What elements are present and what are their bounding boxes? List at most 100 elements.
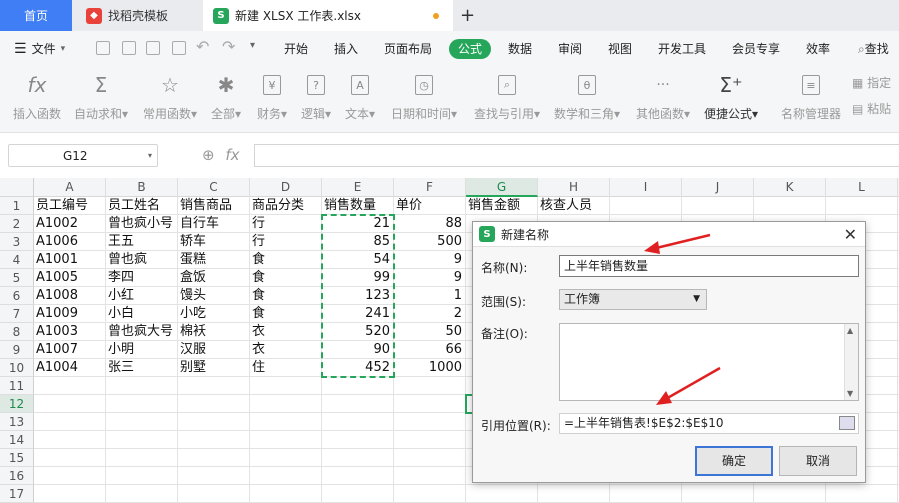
cell-c12[interactable] [178,395,250,413]
cell-h17[interactable] [538,485,610,503]
column-header-e[interactable]: E [322,178,394,197]
row-header-8[interactable]: 8 [0,323,34,341]
insert-function-button[interactable]: fx 插入函数 [10,71,64,122]
row-header-10[interactable]: 10 [0,359,34,377]
cell-f8[interactable]: 50 [394,323,466,341]
cell-f10[interactable]: 1000 [394,359,466,377]
cell-l17[interactable] [826,485,898,503]
search-menu[interactable]: ⌕查找 [858,40,889,57]
cell-i17[interactable] [610,485,682,503]
cell-i1[interactable] [610,197,682,215]
cell-b9[interactable]: 小明 [106,341,178,359]
column-header-k[interactable]: K [754,178,826,197]
menu-developer[interactable]: 开发工具 [658,40,706,57]
select-all-corner[interactable] [0,178,34,197]
comment-textarea[interactable]: ▲ ▼ [559,323,859,401]
cell-f13[interactable] [394,413,466,431]
row-header-3[interactable]: 3 [0,233,34,251]
logical-button[interactable]: ? 逻辑▾ [298,71,334,122]
cell-a12[interactable] [34,395,106,413]
cell-c17[interactable] [178,485,250,503]
cell-c9[interactable]: 汉服 [178,341,250,359]
cell-a11[interactable] [34,377,106,395]
paste-button[interactable]: ▤ 粘贴 [852,100,891,117]
cell-c15[interactable] [178,449,250,467]
cell-b12[interactable] [106,395,178,413]
cell-b13[interactable] [106,413,178,431]
cell-a3[interactable]: A1006 [34,233,106,251]
autosum-button[interactable]: Σ 自动求和▾ [70,71,132,122]
cell-c10[interactable]: 别墅 [178,359,250,377]
cell-b11[interactable] [106,377,178,395]
row-header-1[interactable]: 1 [0,197,34,215]
row-header-4[interactable]: 4 [0,251,34,269]
add-tab-button[interactable]: + [460,5,475,26]
cell-e15[interactable] [322,449,394,467]
export-icon[interactable] [122,41,136,55]
cell-e1[interactable]: 销售数量 [322,197,394,215]
cell-c14[interactable] [178,431,250,449]
cell-b10[interactable]: 张三 [106,359,178,377]
cell-c7[interactable]: 小吃 [178,305,250,323]
save-icon[interactable] [96,41,110,55]
cell-d15[interactable] [250,449,322,467]
cell-d13[interactable] [250,413,322,431]
cell-d1[interactable]: 商品分类 [250,197,322,215]
other-functions-button[interactable]: ··· 其他函数▾ [632,71,694,122]
cell-f17[interactable] [394,485,466,503]
column-header-b[interactable]: B [106,178,178,197]
cell-e16[interactable] [322,467,394,485]
cell-d17[interactable] [250,485,322,503]
row-header-9[interactable]: 9 [0,341,34,359]
cell-e14[interactable] [322,431,394,449]
tab-home[interactable]: 首页 [0,0,72,31]
cell-d9[interactable]: 衣 [250,341,322,359]
menu-start[interactable]: 开始 [284,40,308,57]
cell-c6[interactable]: 馒头 [178,287,250,305]
ok-button[interactable]: 确定 [695,446,773,476]
cell-f6[interactable]: 1 [394,287,466,305]
cell-d10[interactable]: 住 [250,359,322,377]
row-header-6[interactable]: 6 [0,287,34,305]
cell-e17[interactable] [322,485,394,503]
cell-f4[interactable]: 9 [394,251,466,269]
row-header-14[interactable]: 14 [0,431,34,449]
menu-data[interactable]: 数据 [508,40,532,57]
menu-efficiency[interactable]: 效率 [806,40,830,57]
cell-d2[interactable]: 行 [250,215,322,233]
cell-a15[interactable] [34,449,106,467]
cell-a4[interactable]: A1001 [34,251,106,269]
column-header-i[interactable]: I [610,178,682,197]
text-functions-button[interactable]: A 文本▾ [342,71,378,122]
cell-d5[interactable]: 食 [250,269,322,287]
zoom-icon[interactable]: ⊕ [202,146,215,164]
cell-c11[interactable] [178,377,250,395]
undo-icon[interactable]: ↶ [196,37,209,56]
column-header-g[interactable]: G [466,178,538,197]
cell-d12[interactable] [250,395,322,413]
cell-e13[interactable] [322,413,394,431]
comment-scrollbar[interactable]: ▲ ▼ [844,324,858,400]
cell-b6[interactable]: 小红 [106,287,178,305]
cell-j1[interactable] [682,197,754,215]
cell-g1[interactable]: 销售金额 [466,197,538,215]
cell-c13[interactable] [178,413,250,431]
cell-b14[interactable] [106,431,178,449]
cell-f9[interactable]: 66 [394,341,466,359]
column-header-c[interactable]: C [178,178,250,197]
name-box[interactable]: G12 ▾ [8,144,158,167]
datetime-button[interactable]: ◷ 日期和时间▾ [388,71,460,122]
cell-a14[interactable] [34,431,106,449]
cell-f1[interactable]: 单价 [394,197,466,215]
scroll-down-icon[interactable]: ▼ [847,389,853,398]
cell-c16[interactable] [178,467,250,485]
row-header-15[interactable]: 15 [0,449,34,467]
formula-input[interactable] [254,144,899,167]
cell-a9[interactable]: A1007 [34,341,106,359]
cell-b3[interactable]: 王五 [106,233,178,251]
row-header-16[interactable]: 16 [0,467,34,485]
cell-d8[interactable]: 衣 [250,323,322,341]
cell-f7[interactable]: 2 [394,305,466,323]
cell-c8[interactable]: 棉袄 [178,323,250,341]
cell-a6[interactable]: A1008 [34,287,106,305]
